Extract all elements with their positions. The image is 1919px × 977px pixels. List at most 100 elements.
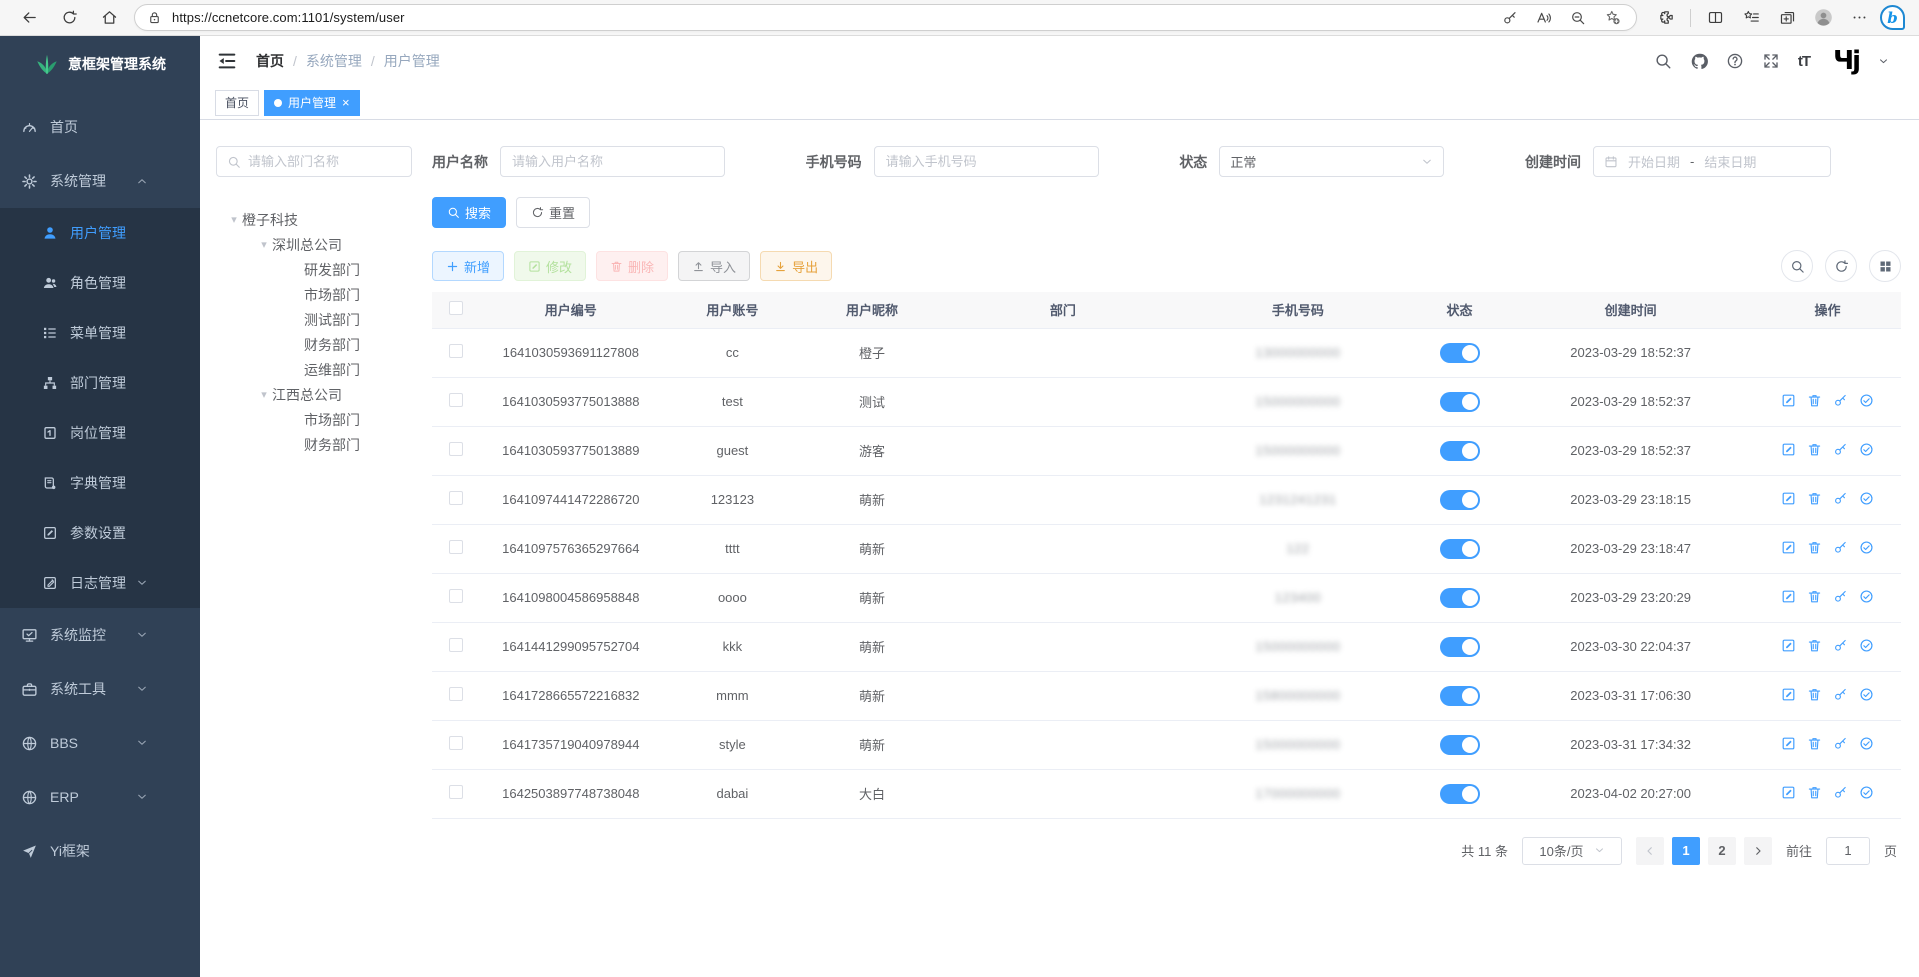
delete-row-icon[interactable] (1807, 736, 1822, 751)
export-button[interactable]: 导出 (760, 251, 832, 281)
tree-node[interactable]: ▾江西总公司 (216, 382, 412, 407)
read-aloud-icon[interactable] (1532, 6, 1556, 30)
column-settings-icon[interactable] (1869, 250, 1901, 282)
github-icon[interactable] (1690, 52, 1709, 71)
delete-row-icon[interactable] (1807, 491, 1822, 506)
refresh-table-icon[interactable] (1825, 250, 1857, 282)
browser-refresh-button[interactable] (54, 3, 84, 33)
caret-down-icon[interactable]: ▾ (256, 238, 272, 251)
sidebar-fold-icon[interactable] (216, 50, 238, 72)
tree-node[interactable]: ▾橙子科技 (216, 207, 412, 232)
tree-node[interactable]: ▾深圳总公司 (216, 232, 412, 257)
tree-node[interactable]: 市场部门 (216, 282, 412, 307)
app-logo[interactable]: 意框架管理系统 (0, 36, 200, 92)
address-bar[interactable]: https://ccnetcore.com:1101/system/user (134, 4, 1637, 31)
select-all-checkbox[interactable] (449, 301, 463, 315)
sidebar-item-erp[interactable]: ERP (0, 770, 200, 824)
status-toggle[interactable] (1440, 637, 1480, 657)
assign-role-icon[interactable] (1859, 638, 1874, 653)
tab-user-management[interactable]: 用户管理 × (264, 90, 360, 116)
tree-node[interactable]: 测试部门 (216, 307, 412, 332)
delete-row-icon[interactable] (1807, 638, 1822, 653)
page-size-select[interactable]: 10条/页 (1522, 837, 1622, 865)
row-checkbox[interactable] (449, 687, 463, 701)
phone-input[interactable] (874, 146, 1099, 177)
caret-down-icon[interactable]: ▾ (256, 388, 272, 401)
tab-home[interactable]: 首页 (215, 90, 259, 116)
import-button[interactable]: 导入 (678, 251, 750, 281)
row-checkbox[interactable] (449, 540, 463, 554)
status-toggle[interactable] (1440, 392, 1480, 412)
assign-role-icon[interactable] (1859, 491, 1874, 506)
password-key-icon[interactable] (1498, 6, 1522, 30)
row-checkbox[interactable] (449, 638, 463, 652)
row-checkbox[interactable] (449, 785, 463, 799)
assign-role-icon[interactable] (1859, 540, 1874, 555)
fullscreen-icon[interactable] (1762, 52, 1781, 71)
sidebar-item-parameter-settings[interactable]: 参数设置 (0, 508, 200, 558)
end-date-placeholder[interactable]: 结束日期 (1704, 152, 1756, 171)
breadcrumb-system[interactable]: 系统管理 (306, 51, 362, 71)
browser-menu-icon[interactable] (1844, 3, 1874, 33)
status-toggle[interactable] (1440, 343, 1480, 363)
sidebar-item-post-management[interactable]: 岗位管理 (0, 408, 200, 458)
tree-node[interactable]: 研发部门 (216, 257, 412, 282)
tree-node[interactable]: 财务部门 (216, 332, 412, 357)
delete-row-icon[interactable] (1807, 540, 1822, 555)
assign-role-icon[interactable] (1859, 785, 1874, 800)
edit-row-icon[interactable] (1781, 687, 1796, 702)
edit-row-icon[interactable] (1781, 736, 1796, 751)
assign-role-icon[interactable] (1859, 442, 1874, 457)
font-size-icon[interactable]: tT (1798, 53, 1810, 70)
status-toggle[interactable] (1440, 686, 1480, 706)
help-icon[interactable] (1726, 52, 1745, 71)
reset-password-icon[interactable] (1833, 687, 1848, 702)
tree-node[interactable]: 财务部门 (216, 432, 412, 457)
reset-password-icon[interactable] (1833, 393, 1848, 408)
delete-row-icon[interactable] (1807, 687, 1822, 702)
row-checkbox[interactable] (449, 589, 463, 603)
status-toggle[interactable] (1440, 490, 1480, 510)
status-toggle[interactable] (1440, 735, 1480, 755)
sidebar-item-yi-framework[interactable]: Yi框架 (0, 824, 200, 878)
edit-row-icon[interactable] (1781, 393, 1796, 408)
sidebar-item-system-monitor[interactable]: 系统监控 (0, 608, 200, 662)
search-button[interactable]: 搜索 (432, 197, 506, 228)
row-checkbox[interactable] (449, 442, 463, 456)
sidebar-item-user-management[interactable]: 用户管理 (0, 208, 200, 258)
reset-password-icon[interactable] (1833, 736, 1848, 751)
favorite-star-icon[interactable] (1600, 6, 1624, 30)
reset-button[interactable]: 重置 (516, 197, 590, 228)
tab-close-icon[interactable]: × (342, 96, 350, 109)
status-toggle[interactable] (1440, 441, 1480, 461)
status-toggle[interactable] (1440, 539, 1480, 559)
tree-node[interactable]: 运维部门 (216, 357, 412, 382)
next-page-button[interactable] (1744, 837, 1772, 865)
edit-row-icon[interactable] (1781, 491, 1796, 506)
reset-password-icon[interactable] (1833, 638, 1848, 653)
assign-role-icon[interactable] (1859, 687, 1874, 702)
browser-profile-avatar[interactable] (1808, 3, 1838, 33)
department-search-input[interactable] (248, 154, 401, 169)
modify-button[interactable]: 修改 (514, 251, 586, 281)
sidebar-item-log-management[interactable]: 日志管理 (0, 558, 200, 608)
assign-role-icon[interactable] (1859, 589, 1874, 604)
row-checkbox[interactable] (449, 393, 463, 407)
page-button-2[interactable]: 2 (1708, 837, 1736, 865)
prev-page-button[interactable] (1636, 837, 1664, 865)
collections-icon[interactable] (1772, 3, 1802, 33)
page-button-1[interactable]: 1 (1672, 837, 1700, 865)
goto-page-input[interactable] (1826, 837, 1870, 865)
url-text[interactable]: https://ccnetcore.com:1101/system/user (172, 10, 1488, 25)
header-search-icon[interactable] (1654, 52, 1673, 71)
split-screen-icon[interactable] (1700, 3, 1730, 33)
sidebar-item-role-management[interactable]: 角色管理 (0, 258, 200, 308)
delete-button[interactable]: 删除 (596, 251, 668, 281)
delete-row-icon[interactable] (1807, 393, 1822, 408)
row-checkbox[interactable] (449, 736, 463, 750)
assign-role-icon[interactable] (1859, 393, 1874, 408)
sidebar-item-department-management[interactable]: 部门管理 (0, 358, 200, 408)
start-date-placeholder[interactable]: 开始日期 (1628, 152, 1680, 171)
avatar-caret-icon[interactable] (1878, 56, 1889, 67)
bing-chat-icon[interactable]: b (1880, 5, 1905, 30)
